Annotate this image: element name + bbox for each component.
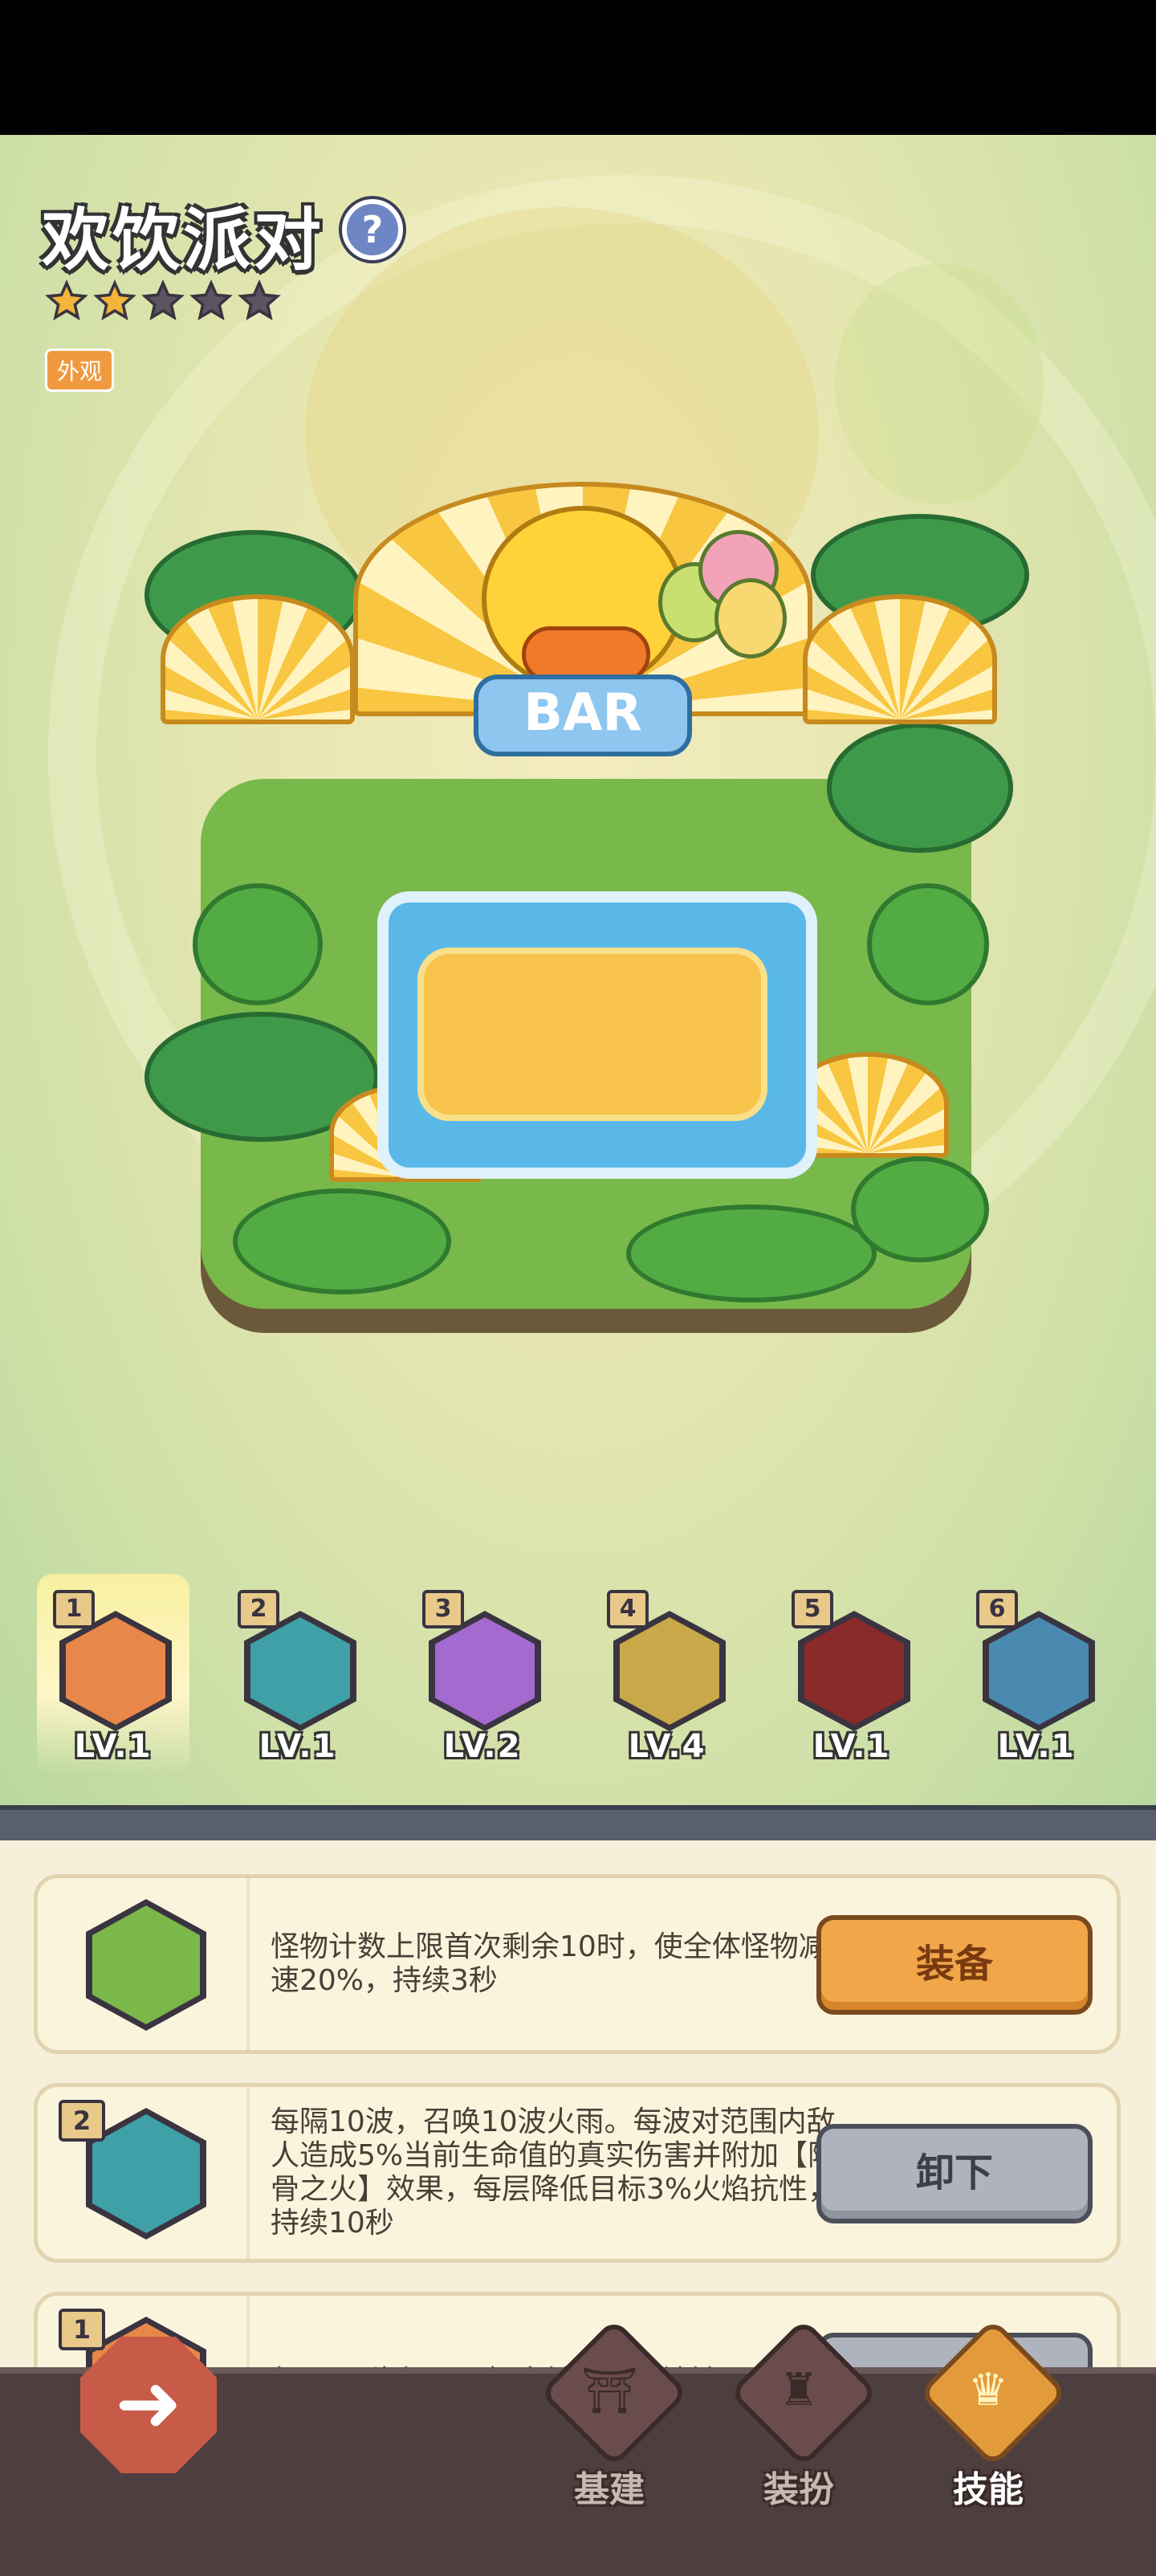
skill-slot-6[interactable]: 6 LV.1 — [960, 1574, 1113, 1775]
star-empty-icon — [141, 279, 185, 320]
star-rating — [45, 279, 281, 323]
skill-level: LV.1 — [997, 1728, 1076, 1765]
balloon — [714, 578, 787, 658]
skill-card-number: 1 — [59, 2309, 105, 2350]
umbrella — [161, 594, 355, 724]
skill-number: 4 — [607, 1590, 649, 1628]
skill-level: LV.2 — [443, 1728, 522, 1765]
bar-island-illustration: BAR — [144, 434, 1029, 1349]
question-icon[interactable]: ? — [342, 199, 403, 260]
skill-list-panel: 怪物计数上限首次剩余10时，使全体怪物减速20%，持续3秒 装备 2 每隔10波，召唤… — [0, 1840, 1156, 2370]
appearance-tag: 外观 — [45, 348, 115, 392]
bush — [851, 1156, 989, 1262]
bush — [867, 883, 989, 1005]
skill-level: LV.1 — [74, 1728, 153, 1765]
skill-card: 怪物计数上限首次剩余10时，使全体怪物减速20%，持续3秒 装备 — [34, 1874, 1121, 2054]
skill-number: 1 — [53, 1590, 95, 1628]
skill-slot-4[interactable]: 4 LV.4 — [591, 1574, 743, 1775]
skill-slot-2[interactable]: 2 LV.1 — [222, 1574, 374, 1775]
bar-sign: BAR — [474, 675, 692, 756]
star-filled-icon — [45, 279, 88, 320]
nav-costume-button[interactable]: ♜ 装扮 — [722, 2317, 879, 2533]
back-arrow-icon: ➜ — [115, 2356, 182, 2450]
pool-float — [417, 948, 767, 1121]
nav-icon: ♛ — [967, 2364, 1009, 2416]
nav-label: 装扮 — [763, 2469, 834, 2510]
bush — [233, 1188, 451, 1294]
skill-card-icon-box: 2 — [38, 2087, 250, 2259]
skill-level: LV.4 — [628, 1728, 706, 1765]
skill-icon — [59, 1611, 172, 1731]
star-empty-icon — [238, 279, 281, 320]
nav-label: 技能 — [953, 2469, 1024, 2510]
skill-number: 3 — [422, 1590, 464, 1628]
bush — [626, 1204, 877, 1302]
skill-description: 每隔10波，召唤10波火雨。每波对范围内敌人造成5%当前生命值的真实伤害并附加【… — [271, 2105, 837, 2240]
unequip-button[interactable]: 卸下 — [816, 2124, 1093, 2223]
skill-card: 2 每隔10波，召唤10波火雨。每波对范围内敌人造成5%当前生命值的真实伤害并附加… — [34, 2083, 1121, 2263]
skill-slot-5[interactable]: 5 LV.1 — [775, 1574, 928, 1775]
skill-icon — [244, 1611, 356, 1731]
back-button[interactable]: ➜ — [80, 2337, 217, 2473]
palm-tree — [827, 723, 1013, 853]
skill-number: 5 — [792, 1590, 833, 1628]
skill-number: 2 — [238, 1590, 279, 1628]
page-title: 欢饮派对 — [42, 201, 325, 279]
skill-slot-3[interactable]: 3 LV.2 — [406, 1574, 559, 1775]
skill-slot-1[interactable]: 1 LV.1 — [37, 1574, 189, 1775]
nav-construction-button[interactable]: ⛩ 基建 — [533, 2317, 690, 2533]
skill-description: 怪物计数上限首次剩余10时，使全体怪物减速20%，持续3秒 — [271, 1930, 828, 1997]
skill-card-icon — [86, 1899, 206, 2031]
nav-label: 基建 — [574, 2469, 645, 2510]
bush — [193, 883, 323, 1005]
skill-icon — [798, 1611, 910, 1731]
umbrella — [803, 594, 997, 724]
skill-icon — [983, 1611, 1095, 1731]
nav-skills-button[interactable]: ♛ 技能 — [912, 2317, 1068, 2533]
status-bar — [0, 0, 1156, 135]
skill-icon — [429, 1611, 541, 1731]
skill-level: LV.1 — [258, 1728, 337, 1765]
star-empty-icon — [189, 279, 233, 320]
skill-icon — [613, 1611, 726, 1731]
skill-number: 6 — [976, 1590, 1018, 1628]
skill-icon-row: 1 LV.1 2 LV.1 3 LV.2 4 LV.4 5 LV.1 6 LV.1 — [0, 1574, 1156, 1783]
nav-icon: ♜ — [778, 2364, 820, 2416]
nav-icon: ⛩ — [580, 2365, 638, 2417]
skill-level: LV.1 — [812, 1728, 891, 1765]
star-filled-icon — [93, 279, 136, 320]
skill-card-icon-box — [38, 1878, 250, 2050]
equip-button[interactable]: 装备 — [816, 1915, 1093, 2015]
skill-card-number: 2 — [59, 2100, 105, 2142]
